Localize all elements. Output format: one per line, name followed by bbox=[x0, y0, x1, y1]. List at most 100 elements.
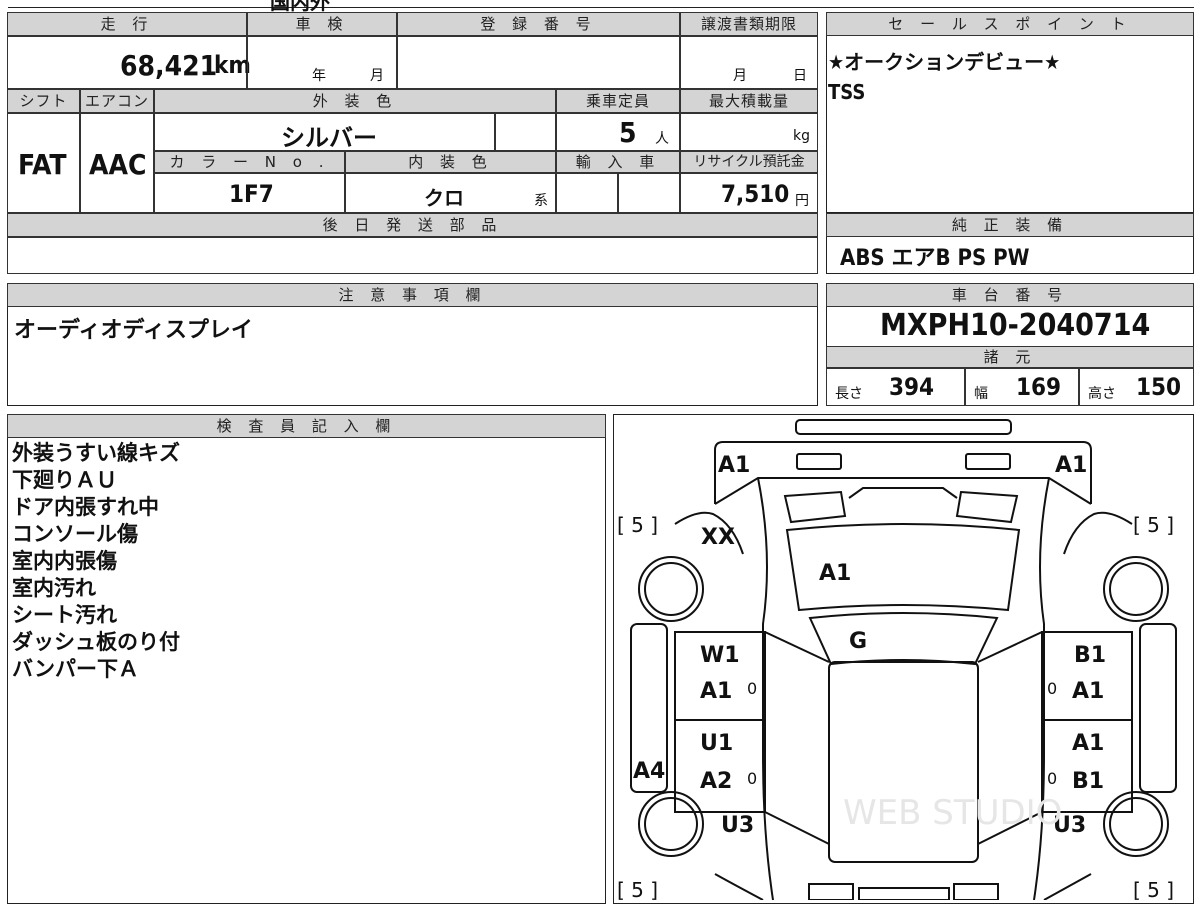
odometer-header: 走 行 bbox=[7, 12, 247, 36]
color-no-value: 1F7 bbox=[229, 180, 274, 208]
spec-width-value: 169 bbox=[1016, 373, 1062, 401]
spec-height-cell: 高さ 150 bbox=[1079, 368, 1194, 406]
specs-header: 諸 元 bbox=[826, 346, 1194, 368]
watermark: WEB STUDIO bbox=[843, 793, 1062, 833]
factory-equipment-header: 純 正 装 備 bbox=[826, 213, 1194, 237]
aircon-value: AAC bbox=[89, 148, 147, 181]
left-rear-door-label-2: A2 bbox=[700, 769, 732, 794]
inspector-line: バンパー下Ａ bbox=[12, 657, 140, 681]
color-no-header: カ ラ ー N o . bbox=[154, 151, 345, 173]
tire-rear-right-label: [ 5 ] bbox=[1133, 878, 1174, 900]
aircon-header: エアコン bbox=[80, 89, 154, 113]
inspector-lines: 外装うすい線キズ 下廻りＡＵ ドア内張すれ中 コンソール傷 室内内張傷 室内汚れ… bbox=[12, 440, 592, 683]
right-rear-door-label-2: B1 bbox=[1072, 769, 1104, 794]
later-parts-cell bbox=[7, 237, 818, 274]
tire-front-right-label: [ 5 ] bbox=[1133, 513, 1174, 537]
hood-left-label: XX bbox=[701, 525, 735, 550]
spec-width-label: 幅 bbox=[974, 386, 988, 402]
chassis-header: 車 台 番 号 bbox=[826, 283, 1194, 307]
front-right-label: A1 bbox=[1055, 453, 1087, 478]
interior-color-value: クロ bbox=[424, 186, 464, 210]
import-cell-2 bbox=[618, 173, 680, 213]
car-diagram: A1 A1 XX A1 G W1 A1 U1 A2 B1 A1 A1 B1 A4… bbox=[617, 419, 1177, 900]
recycle-value: 7,510 bbox=[721, 180, 790, 208]
inspector-line: 外装うすい線キズ bbox=[12, 441, 180, 465]
capacity-header: 乗車定員 bbox=[556, 89, 680, 113]
left-front-door-label-2: A1 bbox=[700, 679, 732, 704]
zero-mark: 0 bbox=[1047, 679, 1057, 698]
spec-length-label: 長さ bbox=[835, 386, 863, 402]
recycle-header: リサイクル預託金 bbox=[680, 151, 818, 173]
capacity-value: 5 bbox=[619, 116, 637, 149]
right-front-door-label-2: A1 bbox=[1072, 679, 1104, 704]
windshield-label: G bbox=[849, 629, 867, 654]
chassis-value: MXPH10-2040714 bbox=[880, 308, 1151, 343]
exterior-color-cell: シルバー bbox=[154, 113, 495, 152]
inspector-line: 室内汚れ bbox=[12, 576, 96, 600]
registration-cell bbox=[397, 36, 680, 89]
notes-header: 注 意 事 項 欄 bbox=[7, 283, 818, 307]
front-left-label: A1 bbox=[718, 453, 750, 478]
spec-height-value: 150 bbox=[1136, 373, 1182, 401]
shift-value: FAT bbox=[18, 148, 67, 181]
spec-length-cell: 長さ 394 bbox=[826, 368, 965, 406]
inspection-cell: 年 月 bbox=[247, 36, 397, 89]
interior-color-suffix: 系 bbox=[534, 193, 548, 209]
left-rocker-label: A4 bbox=[633, 759, 665, 784]
inspector-line: シート汚れ bbox=[12, 603, 117, 627]
sales-point-block bbox=[826, 12, 1194, 213]
inspector-line: ドア内張すれ中 bbox=[12, 495, 159, 519]
exterior-color-extra-cell bbox=[495, 113, 556, 151]
zero-mark: 0 bbox=[747, 679, 757, 698]
import-cell bbox=[556, 173, 618, 213]
top-strip: 国内外 bbox=[8, 0, 1194, 14]
tire-front-left-label: [ 5 ] bbox=[617, 513, 658, 537]
shift-cell: FAT bbox=[7, 113, 80, 213]
odometer-value: 68,421 bbox=[120, 49, 218, 82]
transfer-deadline-cell: 月 日 bbox=[680, 36, 818, 89]
sales-point-header: セ ー ル ス ポ イ ン ト bbox=[826, 12, 1194, 36]
max-load-cell: kg bbox=[680, 113, 818, 151]
transfer-deadline-header: 譲渡書類期限 bbox=[680, 12, 818, 36]
transfer-day-label: 日 bbox=[793, 68, 807, 84]
tire-rear-left-label: [ 5 ] bbox=[617, 878, 658, 900]
right-rear-door-label-1: A1 bbox=[1072, 731, 1104, 756]
interior-color-header: 内 装 色 bbox=[345, 151, 556, 173]
max-load-header: 最大積載量 bbox=[680, 89, 818, 113]
sales-point-line-1: ★オークションデビュー★ bbox=[828, 50, 1061, 74]
recycle-cell: 7,510 円 bbox=[680, 173, 818, 213]
zero-mark: 0 bbox=[1047, 769, 1057, 788]
notes-value: オーディオディスプレイ bbox=[14, 318, 253, 343]
interior-color-cell: クロ 系 bbox=[345, 173, 556, 213]
registration-header: 登 録 番 号 bbox=[397, 12, 680, 36]
left-rear-door-label-1: U1 bbox=[700, 731, 733, 756]
inspector-line: 室内内張傷 bbox=[12, 549, 117, 573]
rear-left-label: U3 bbox=[721, 813, 754, 838]
transfer-month-label: 月 bbox=[733, 68, 747, 84]
color-no-cell: 1F7 bbox=[154, 173, 345, 213]
spec-length-value: 394 bbox=[889, 373, 935, 401]
max-load-unit: kg bbox=[793, 128, 810, 144]
inspection-header: 車 検 bbox=[247, 12, 397, 36]
later-parts-header: 後 日 発 送 部 品 bbox=[7, 213, 818, 237]
right-front-door-label-1: B1 bbox=[1074, 643, 1106, 668]
hood-label: A1 bbox=[819, 561, 851, 586]
capacity-cell: 5 人 bbox=[556, 113, 680, 151]
exterior-color-value: シルバー bbox=[281, 124, 377, 152]
inspector-line: ダッシュ板のり付 bbox=[12, 630, 180, 654]
odometer-unit: km bbox=[214, 51, 251, 79]
import-header: 輸 入 車 bbox=[556, 151, 680, 173]
odometer-cell: 68,421 km bbox=[7, 36, 251, 89]
inspector-header: 検 査 員 記 入 欄 bbox=[7, 414, 606, 438]
shift-header: シフト bbox=[7, 89, 80, 113]
factory-equipment-value: ABS エアB PS PW bbox=[840, 246, 1030, 271]
capacity-unit: 人 bbox=[655, 131, 669, 147]
aircon-cell: AAC bbox=[80, 113, 154, 213]
inspector-line: 下廻りＡＵ bbox=[12, 468, 117, 492]
inspection-year-label: 年 bbox=[312, 68, 326, 84]
inspector-line: コンソール傷 bbox=[12, 522, 138, 546]
spec-height-label: 高さ bbox=[1088, 386, 1116, 402]
sales-point-line-2: TSS bbox=[828, 80, 866, 104]
recycle-unit: 円 bbox=[795, 193, 809, 209]
zero-mark: 0 bbox=[747, 769, 757, 788]
